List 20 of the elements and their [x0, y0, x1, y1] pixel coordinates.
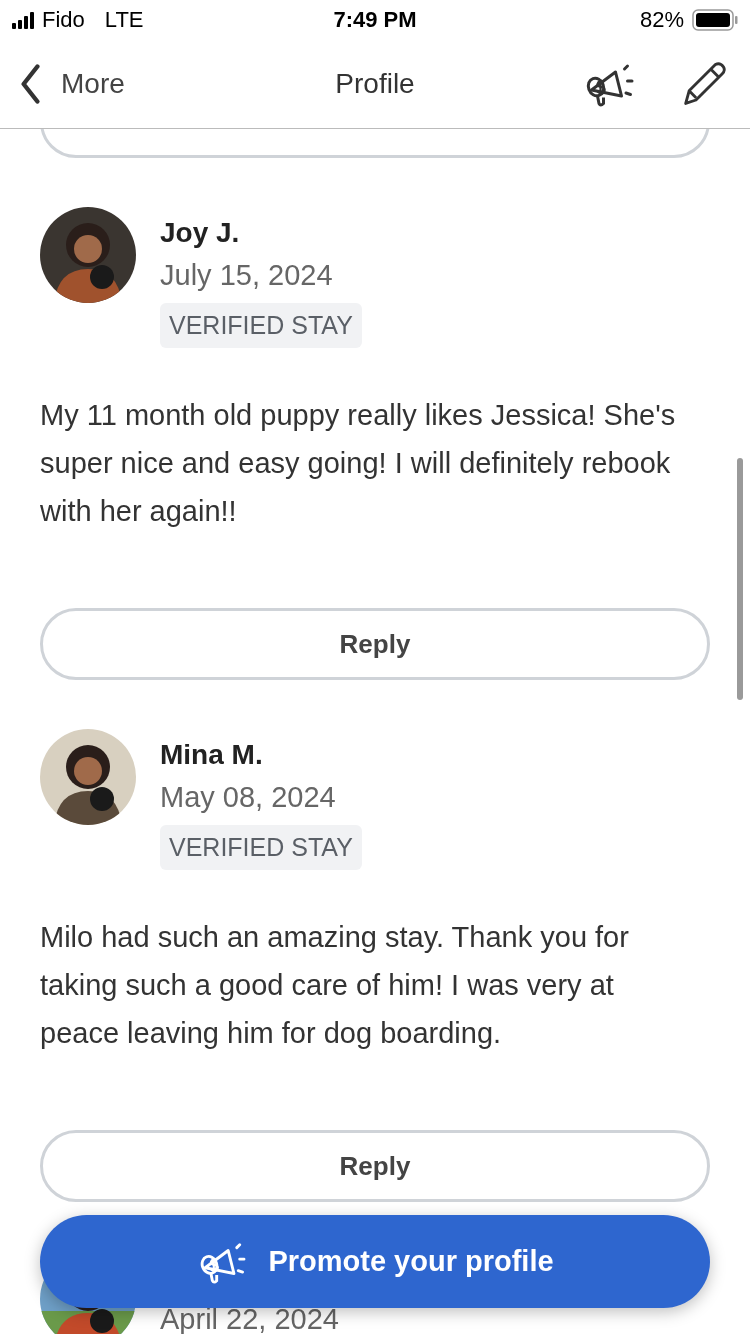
back-button[interactable]: More	[18, 64, 125, 104]
review-date: July 15, 2024	[160, 258, 333, 293]
reply-button[interactable]: Reply	[40, 1130, 710, 1202]
network-type: LTE	[104, 7, 144, 33]
reply-button[interactable]: Reply	[40, 608, 710, 680]
reviewer-name: Mina M.	[160, 738, 263, 772]
promote-button[interactable]: Promote your profile	[40, 1215, 710, 1308]
carrier-name: Fido	[42, 7, 85, 33]
battery-icon	[692, 9, 738, 31]
review-text: My 11 month old puppy really likes Jessica! She's super nice and easy going! I will definitely rebook with her again!!	[40, 398, 677, 529]
verified-badge: VERIFIED STAY	[160, 303, 362, 348]
signal-icon	[12, 11, 34, 29]
page-title: Profile	[335, 68, 415, 100]
verified-badge: VERIFIED STAY	[160, 825, 362, 870]
status-time: 7:49 PM	[333, 7, 417, 33]
review-date: May 08, 2024	[160, 780, 336, 815]
battery-percent: 82%	[639, 7, 684, 33]
review-text: Milo had such an amazing stay. Thank you for taking such a good care of him! I was very at peace leaving him for dog boarding.	[40, 920, 630, 1051]
chevron-left-icon	[18, 64, 43, 104]
reviewer-name: Joy J.	[160, 216, 240, 250]
